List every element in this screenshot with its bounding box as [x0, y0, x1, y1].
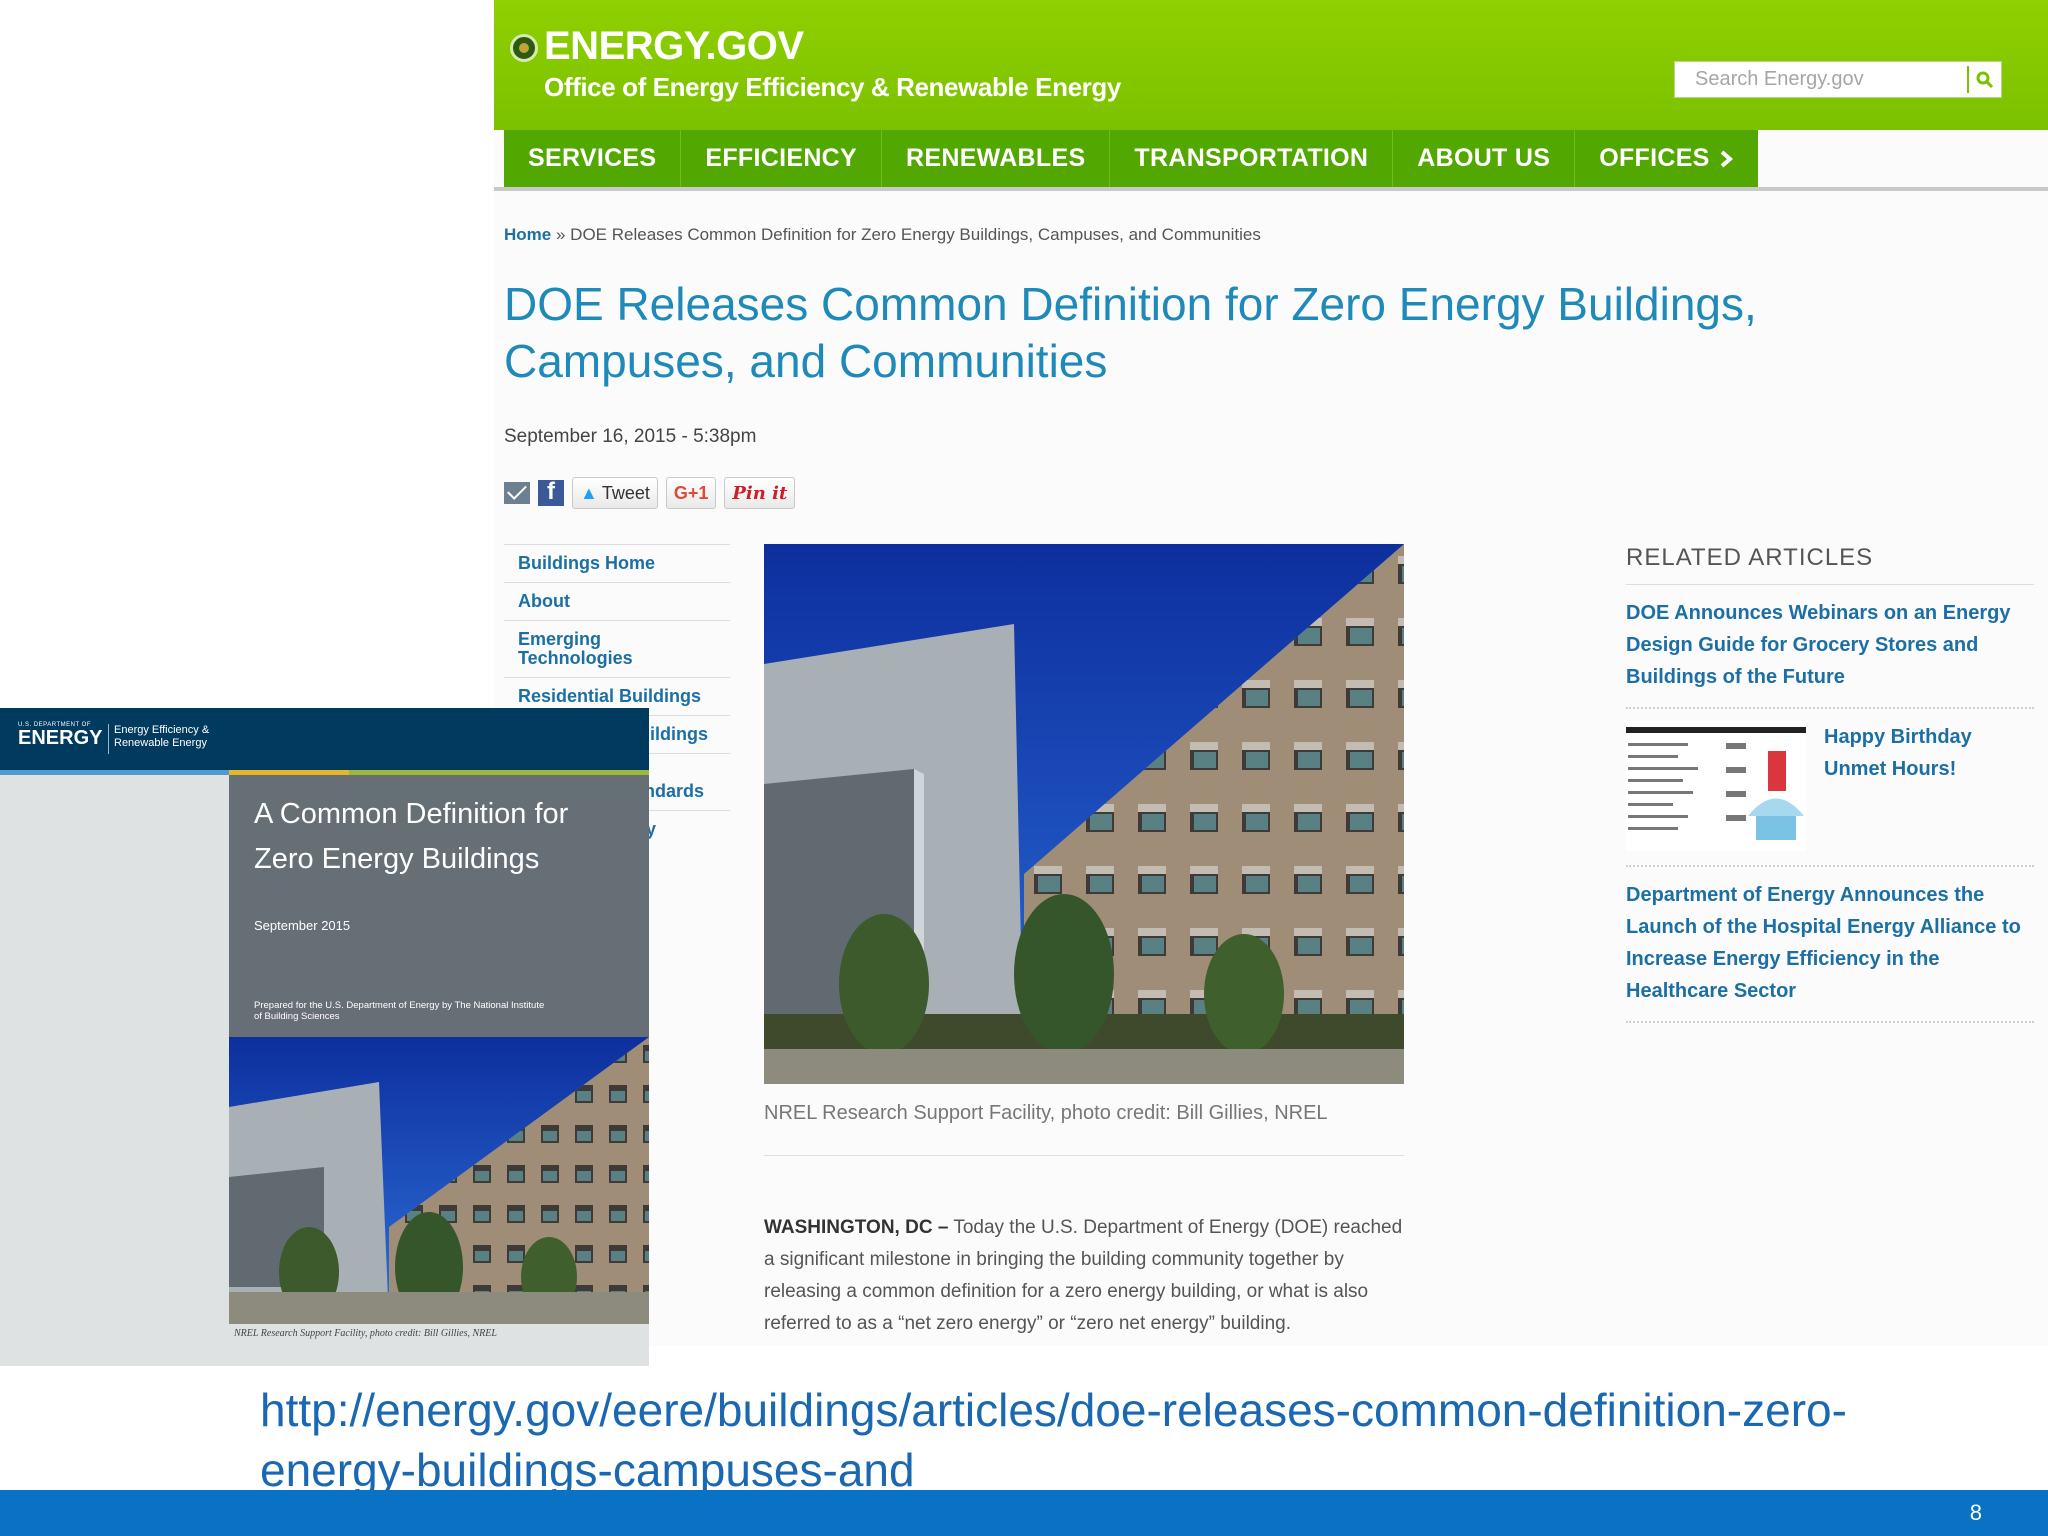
sidebar-item-about[interactable]: About [504, 582, 730, 620]
share-bar: f ▲ Tweet G+1 Pin it [504, 476, 796, 510]
publish-date: September 16, 2015 - 5:38pm [504, 426, 757, 447]
sidebar-item-emerging-technologies[interactable]: Emerging Technologies [504, 620, 730, 677]
cover-photo [229, 1037, 649, 1324]
related-heading: RELATED ARTICLES [1626, 544, 2034, 585]
related-article-thumbnail [1626, 721, 1806, 851]
related-article-link[interactable]: DOE Announces Webinars on an Energy Desi… [1626, 585, 2034, 709]
article-body: WASHINGTON, DC – Today the U.S. Departme… [764, 1212, 1414, 1340]
related-articles: RELATED ARTICLES DOE Announces Webinars … [1626, 544, 2034, 1023]
breadcrumb-current: DOE Releases Common Definition for Zero … [570, 225, 1261, 244]
breadcrumb: Home » DOE Releases Common Definition fo… [504, 225, 1261, 245]
pinterest-button[interactable]: Pin it [724, 477, 796, 509]
article-dateline: WASHINGTON, DC – [764, 1217, 949, 1238]
slide-number: 8 [1969, 1500, 1982, 1525]
breadcrumb-separator: » [555, 225, 566, 244]
article-url[interactable]: http://energy.gov/eere/buildings/article… [260, 1380, 1960, 1500]
logo-divider [108, 724, 109, 754]
facebook-share-icon[interactable]: f [538, 478, 564, 506]
main-nav: SERVICES EFFICIENCY RENEWABLES TRANSPORT… [504, 130, 1758, 187]
breadcrumb-home[interactable]: Home [504, 225, 551, 244]
nav-offices[interactable]: OFFICES [1575, 130, 1757, 187]
doe-logo-big: ENERGY [18, 727, 103, 749]
doe-logo: U.S. DEPARTMENT OF ENERGY [18, 722, 102, 748]
doe-seal-icon [510, 34, 538, 62]
related-article-link[interactable]: Happy Birthday Unmet Hours! [1626, 709, 2034, 867]
article-photo [764, 544, 1404, 1084]
chevron-right-icon [1720, 149, 1733, 168]
eere-label: Energy Efficiency & Renewable Energy [114, 724, 210, 749]
cover-prepared-by: Prepared for the U.S. Department of Ener… [254, 1000, 545, 1022]
nav-services[interactable]: SERVICES [504, 130, 682, 187]
nav-offices-label: OFFICES [1599, 144, 1710, 172]
page-title: DOE Releases Common Definition for Zero … [504, 278, 1757, 387]
cover-header: U.S. DEPARTMENT OF ENERGY Energy Efficie… [0, 708, 649, 770]
cover-date: September 2015 [254, 918, 351, 933]
nav-transportation[interactable]: TRANSPORTATION [1110, 130, 1394, 187]
slide-footer-bar: 8 [0, 1490, 2048, 1536]
search-icon [1976, 71, 1994, 88]
tweet-button[interactable]: ▲ Tweet [572, 477, 658, 509]
nav-divider [494, 187, 2048, 191]
nav-efficiency[interactable]: EFFICIENCY [681, 130, 883, 187]
site-header: ENERGY.GOV Office of Energy Efficiency &… [494, 0, 2048, 130]
email-share-icon[interactable] [504, 482, 530, 504]
photo-caption: NREL Research Support Facility, photo cr… [764, 1102, 1328, 1124]
cover-title: A Common Definition for Zero Energy Buil… [254, 798, 569, 875]
twitter-bird-icon: ▲ [580, 482, 598, 503]
office-name[interactable]: Office of Energy Efficiency & Renewable … [544, 72, 1121, 103]
building-photo [764, 544, 1404, 1084]
tweet-label: Tweet [601, 482, 650, 503]
unmet-hours-thumbnail [1626, 727, 1806, 840]
google-plus-button[interactable]: G+1 [665, 477, 717, 509]
slide: ENERGY.GOV Office of Energy Efficiency &… [0, 0, 2048, 1536]
related-article-link[interactable]: Department of Energy Announces the Launc… [1626, 867, 2034, 1023]
nav-about-us[interactable]: ABOUT US [1393, 130, 1576, 187]
webpage-screenshot: ENERGY.GOV Office of Energy Efficiency &… [494, 0, 2048, 1346]
related-article-title: Happy Birthday Unmet Hours! [1824, 726, 1972, 780]
search-button[interactable] [1967, 66, 2001, 93]
cover-photo-credit: NREL Research Support Facility, photo cr… [234, 1328, 497, 1339]
site-logo[interactable]: ENERGY.GOV [544, 24, 804, 69]
cover-building-photo [229, 1037, 649, 1324]
nav-renewables[interactable]: RENEWABLES [882, 130, 1111, 187]
search-box [1674, 61, 2002, 98]
caption-divider [764, 1155, 1404, 1156]
sidebar-item-buildings-home[interactable]: Buildings Home [504, 544, 730, 582]
search-input[interactable] [1675, 62, 1975, 97]
